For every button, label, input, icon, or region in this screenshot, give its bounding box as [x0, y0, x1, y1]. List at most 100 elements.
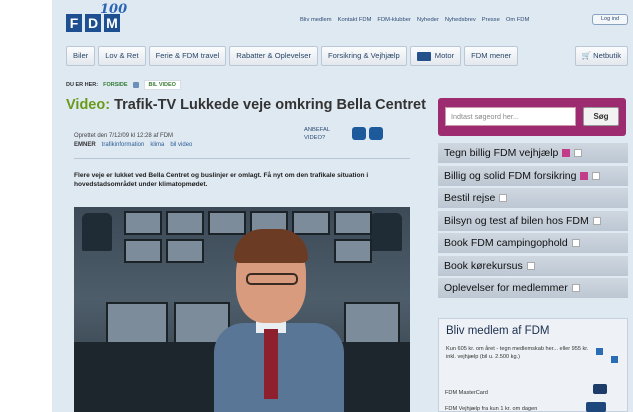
sidebar-item-forsikring[interactable]: Billig og solid FDM forsikring: [438, 165, 628, 186]
article: Video: Trafik-TV Lukkede veje omkring Be…: [66, 97, 426, 412]
thumbs-down-icon[interactable]: [352, 127, 366, 140]
article-lead: Flere veje er lukket ved Bella Centret o…: [74, 172, 369, 188]
tag-trafikinformation[interactable]: trafikinformation: [102, 142, 145, 148]
rating-buttons: [352, 127, 383, 140]
arrow-icon: [526, 261, 535, 270]
pink-arrow-icon: [562, 149, 571, 157]
offer-mastercard[interactable]: FDM MasterCard: [445, 390, 488, 396]
sidebar-item-koerekursus[interactable]: Book kørekursus: [438, 255, 628, 276]
membership-box: Bliv medlem af FDM Kun 605 kr. om året -…: [438, 318, 628, 412]
nav-item-forsikring[interactable]: Forsikring & Vejhjælp: [321, 46, 407, 66]
top-link-nyheder[interactable]: Nyheder: [417, 17, 439, 23]
sidebar-item-label: Bestil rejse: [444, 192, 496, 204]
fdm-logo[interactable]: F D M 100: [66, 2, 127, 34]
cart-icon: 🛒: [581, 51, 592, 60]
arrow-icon[interactable]: [611, 356, 618, 363]
breadcrumb-current: BIL VIDEO: [143, 80, 181, 90]
breadcrumb-arrow-icon: [132, 82, 139, 88]
presenter-glasses: [246, 273, 298, 285]
search-box: Indtast søgeord her... Søg: [438, 98, 626, 136]
thumbs-up-icon[interactable]: [369, 127, 383, 140]
nav-item-biler[interactable]: Biler: [66, 46, 96, 66]
sidebar-item-label: Book kørekursus: [444, 259, 523, 272]
presenter-hair: [234, 229, 308, 263]
nav-item-motor-label: Motor: [434, 51, 455, 60]
page: F D M 100 Bliv medlem Kontakt FDM FDM-kl…: [52, 0, 633, 412]
arrow-icon[interactable]: [596, 348, 603, 355]
top-link-nyhedsbrev[interactable]: Nyhedsbrev: [445, 17, 476, 23]
pink-arrow-icon: [580, 171, 589, 180]
nav-item-motor[interactable]: Motor: [409, 46, 462, 66]
breadcrumb: DU ER HER: FORSIDE BIL VIDEO: [66, 80, 181, 90]
sidebar-item-oplevelser[interactable]: Oplevelser for medlemmer: [438, 278, 628, 298]
article-meta: Oprettet den 7/12/09 kl 12:28 af FDM EMN…: [74, 133, 192, 148]
tow-truck-icon: [586, 402, 606, 412]
arrow-icon: [592, 171, 601, 180]
recommend-line-1: ANBEFAL: [304, 127, 331, 133]
sidebar-item-camping[interactable]: Book FDM campingophold: [438, 233, 628, 253]
top-link-presse[interactable]: Presse: [482, 17, 500, 23]
credit-card-icon: [593, 384, 607, 394]
created-text: Oprettet den 7/12/09 kl 12:28 af FDM: [74, 133, 174, 139]
monitor-screen: [166, 239, 204, 263]
arrow-icon: [571, 239, 580, 247]
sidebar-item-label: Tegn billig FDM vejhjælp: [444, 147, 559, 159]
breadcrumb-label: DU ER HER:: [66, 82, 99, 88]
title-prefix: Video:: [66, 97, 111, 113]
sidebar-item-label: Billig og solid FDM forsikring: [444, 169, 577, 182]
main-nav: Biler Lov & Ret Ferie & FDM travel Rabat…: [66, 46, 633, 68]
sidebar-item-label: Book FDM campingophold: [444, 237, 568, 249]
netbutik-label: Netbutik: [593, 51, 621, 60]
video-player[interactable]: [74, 207, 410, 412]
tag-bil-video[interactable]: bil video: [170, 142, 192, 148]
top-bar: F D M 100 Bliv medlem Kontakt FDM FDM-kl…: [52, 0, 633, 40]
tag-klima[interactable]: klima: [150, 142, 164, 148]
offer-vejhjaelp[interactable]: FDM Vejhjælp fra kun 1 kr. om dagen: [445, 406, 537, 412]
top-link-bliv-medlem[interactable]: Bliv medlem: [300, 17, 332, 23]
sidebar-item-bilsyn[interactable]: Bilsyn og test af bilen hos FDM: [438, 210, 628, 231]
arrow-icon: [574, 149, 583, 157]
nav-item-rabatter[interactable]: Rabatter & Oplevelser: [229, 46, 318, 66]
sidebar-item-vejhjaelp[interactable]: Tegn billig FDM vejhjælp: [438, 143, 628, 163]
recommend-text: ANBEFAL VIDEO?: [304, 126, 330, 142]
presenter-body: [214, 323, 344, 412]
arrow-icon: [592, 216, 601, 225]
monitor-screen: [124, 211, 162, 235]
tags-label: EMNER: [74, 142, 96, 148]
page-title: Video: Trafik-TV Lukkede veje omkring Be…: [66, 97, 426, 113]
top-links: Bliv medlem Kontakt FDM FDM-klubber Nyhe…: [300, 17, 529, 23]
search-button[interactable]: Søg: [583, 107, 619, 126]
login-button[interactable]: Log ind: [592, 14, 628, 25]
crown-emblem-left: [82, 213, 112, 251]
crown-emblem-right: [370, 213, 402, 251]
logo-100-year: 100: [100, 2, 128, 17]
membership-title: Bliv medlem af FDM: [446, 325, 550, 337]
arrow-icon: [499, 194, 508, 202]
title-text: Trafik-TV Lukkede veje omkring Bella Cen…: [110, 97, 426, 113]
monitor-screen: [124, 239, 162, 263]
logo-letter-f: F: [66, 14, 82, 32]
monitor-screen: [166, 211, 204, 235]
membership-desc: Kun 605 kr. om året - tegn medlemskab he…: [446, 346, 589, 360]
divider: [74, 158, 410, 159]
sidebar-item-label: Bilsyn og test af bilen hos FDM: [444, 214, 589, 227]
top-link-om-fdm[interactable]: Om FDM: [506, 17, 530, 23]
presenter-tie: [264, 329, 278, 399]
nav-item-ferie[interactable]: Ferie & FDM travel: [148, 46, 227, 66]
arrow-icon: [571, 284, 580, 292]
top-link-klubber[interactable]: FDM-klubber: [377, 17, 411, 23]
search-input[interactable]: Indtast søgeord her...: [445, 107, 576, 126]
nav-item-fdm-mener[interactable]: FDM mener: [464, 46, 519, 66]
netbutik-button[interactable]: 🛒 Netbutik: [574, 46, 628, 66]
tag-list: EMNER trafikinformation klima bil video: [74, 142, 192, 148]
sidebar-item-rejse[interactable]: Bestil rejse: [438, 188, 628, 208]
logo-letter-d: D: [85, 14, 101, 32]
motor-icon: [416, 51, 431, 61]
presenter: [214, 229, 344, 412]
recommend-line-2: VIDEO?: [304, 135, 326, 141]
breadcrumb-home[interactable]: FORSIDE: [103, 82, 127, 88]
sidebar-item-label: Oplevelser for medlemmer: [444, 282, 568, 294]
nav-item-lov-ret[interactable]: Lov & Ret: [98, 46, 146, 66]
top-link-kontakt[interactable]: Kontakt FDM: [338, 17, 372, 23]
sidebar-links: Tegn billig FDM vejhjælp Billig og solid…: [438, 143, 628, 301]
